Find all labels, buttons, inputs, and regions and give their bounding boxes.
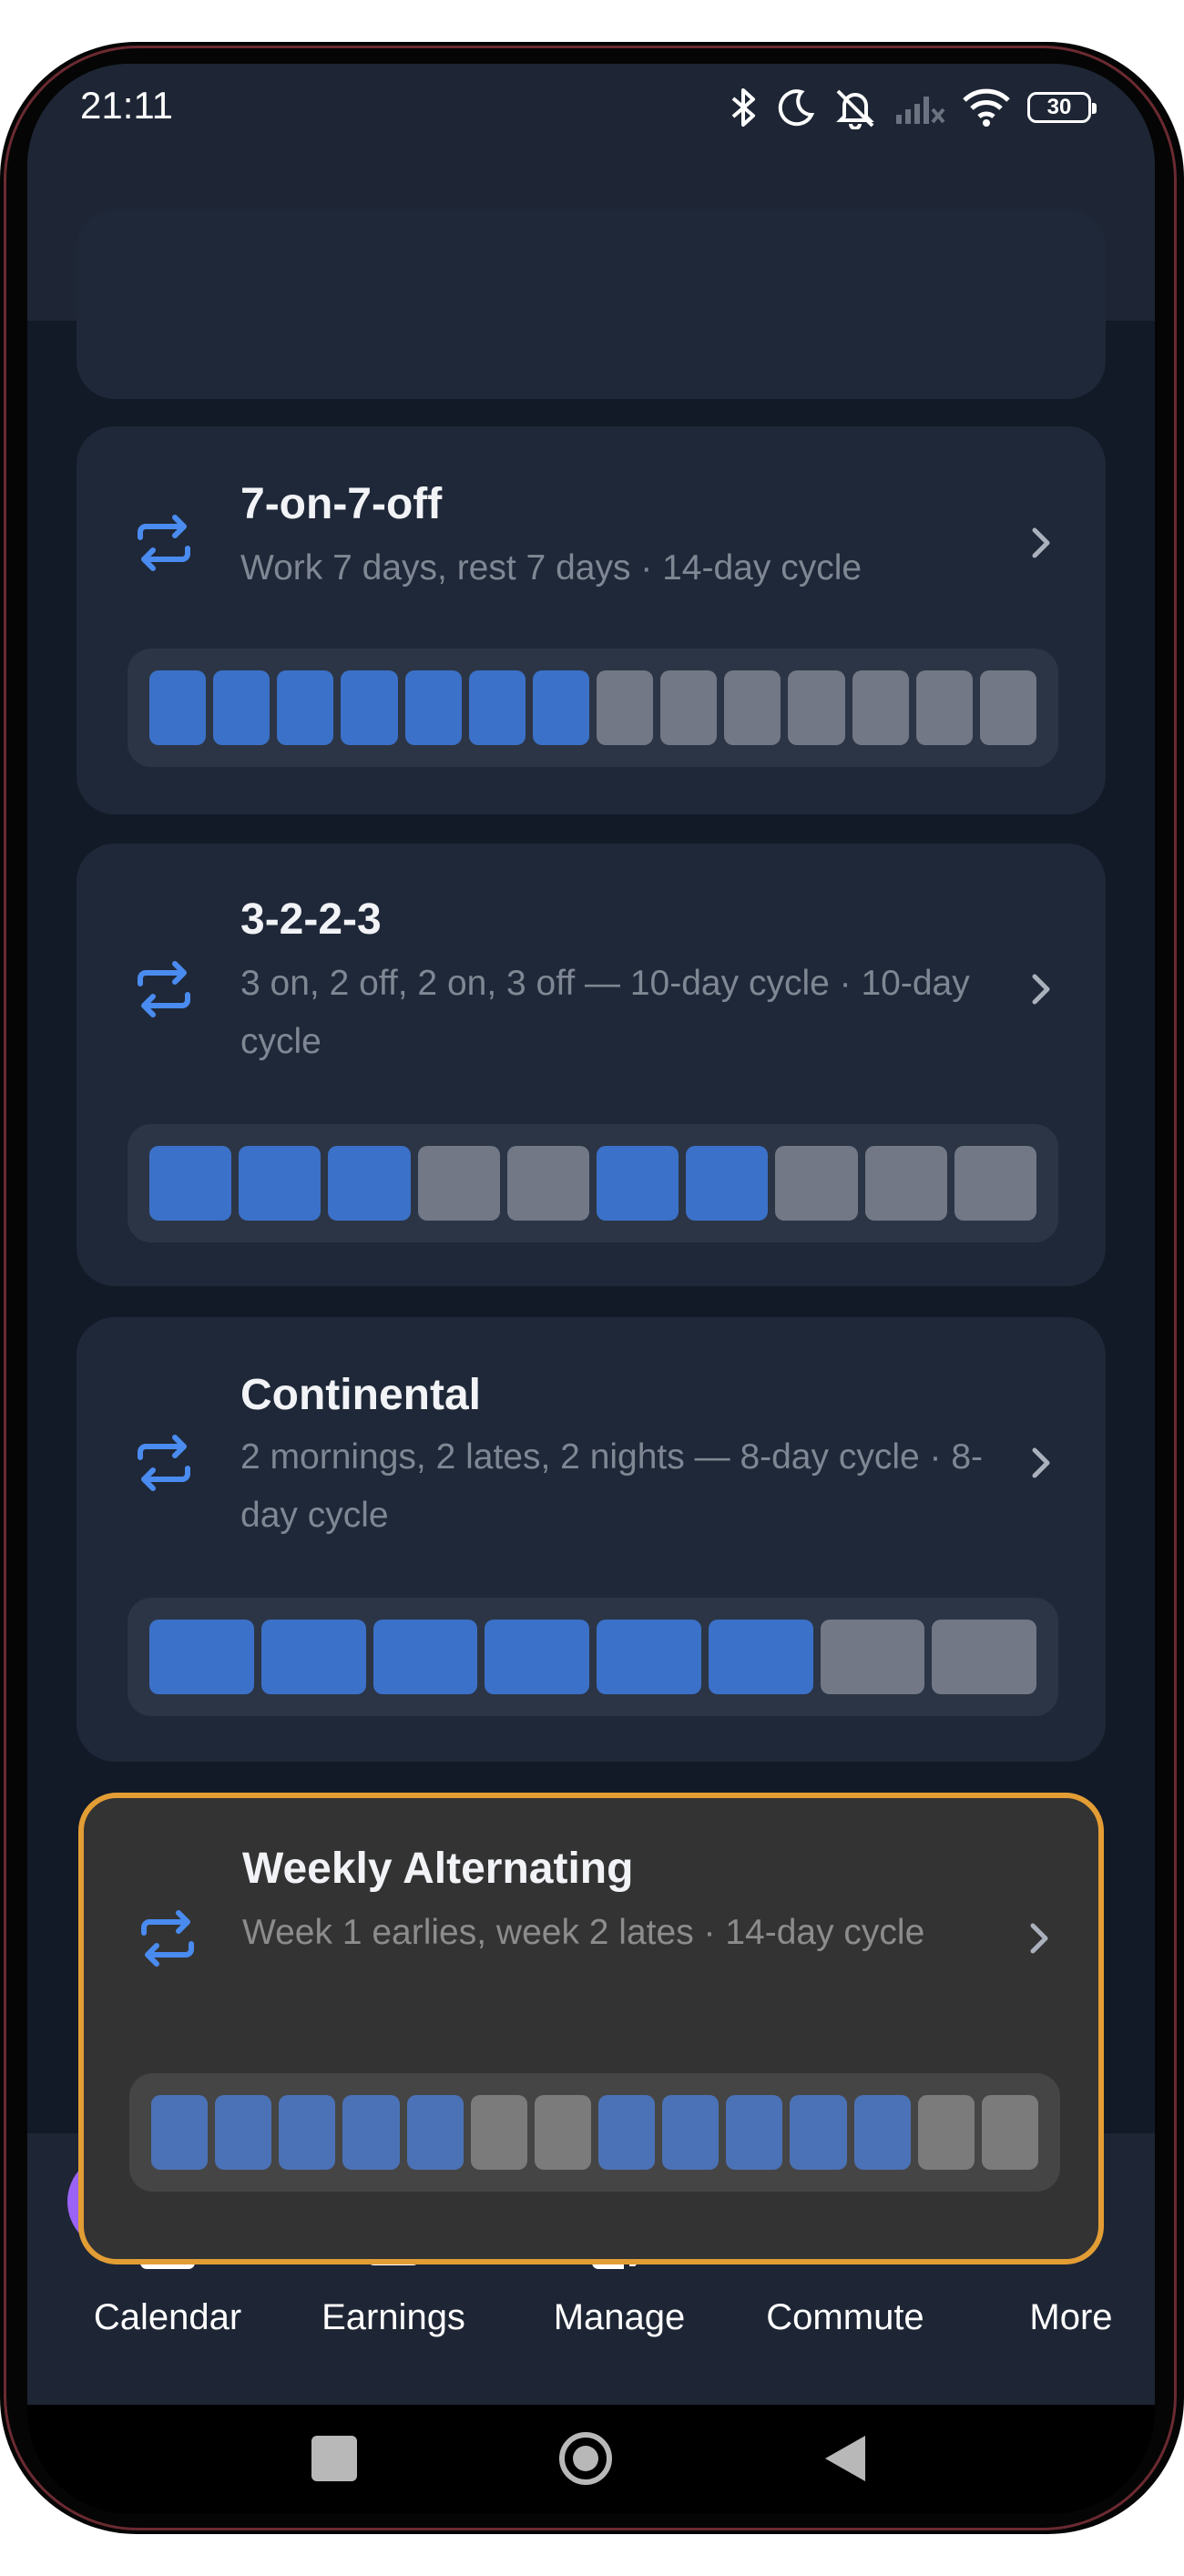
off-day-cell [724,670,781,745]
status-icons: 30 [729,80,1097,135]
work-day-cell [468,670,526,745]
work-day-cell [597,2095,656,2170]
work-day-cell [260,1620,366,1694]
work-day-cell [149,1620,254,1694]
work-day-cell [341,670,398,745]
off-day-cell [864,1146,947,1221]
repeat-icon [138,1435,190,1491]
off-day-cell [820,1620,925,1694]
chevron-right-icon [1032,527,1050,558]
app-screen: 21:11 30 Choose your pattern 7-on-7-off … [27,64,1155,2514]
pattern-card-partial[interactable] [77,210,1106,399]
off-day-cell [534,2095,591,2170]
work-day-cell [532,670,589,745]
work-day-cell [215,2095,272,2170]
repeat-icon [138,515,190,571]
chevron-right-icon [1032,1447,1050,1478]
work-day-cell [277,670,334,745]
pattern-card-continental[interactable]: Continental 2 mornings, 2 lates, 2 night… [77,1317,1106,1762]
pattern-description: 3 on, 2 off, 2 on, 3 off — 10-day cycle … [240,964,970,1061]
work-day-cell [790,2095,847,2170]
system-navigation-bar [27,2405,1155,2514]
nav-label: Earnings [322,2297,465,2337]
pattern-title: Continental [240,1371,481,1419]
work-day-cell [853,2095,911,2170]
off-day-cell [506,1146,590,1221]
work-day-cell [239,1146,322,1221]
work-day-cell [708,1620,813,1694]
work-day-cell [279,2095,336,2170]
work-day-cell [149,1146,232,1221]
work-day-cell [404,670,462,745]
home-button[interactable] [559,2432,612,2485]
off-day-cell [932,1620,1036,1694]
off-day-cell [917,2095,975,2170]
work-day-cell [151,2095,209,2170]
pattern-title: Weekly Alternating [242,1845,634,1893]
off-day-cell [915,670,973,745]
cycle-preview [129,2073,1060,2192]
repeat-icon [141,1910,194,1967]
cycle-preview [128,649,1058,767]
moon-icon [778,89,815,127]
work-day-cell [686,1146,769,1221]
work-day-cell [406,2095,464,2170]
home-button-dot [573,2446,598,2471]
off-day-cell [417,1146,500,1221]
cycle-preview [128,1598,1058,1716]
back-triangle-icon[interactable] [822,2432,869,2485]
nav-label: Manage [553,2297,686,2337]
wifi-icon [963,88,1010,127]
chevron-right-icon [1032,974,1050,1005]
work-day-cell [328,1146,411,1221]
bluetooth-icon [731,88,755,127]
pattern-card-3-2-2-3[interactable]: 3-2-2-3 3 on, 2 off, 2 on, 3 off — 10-da… [77,843,1106,1286]
off-day-cell [981,2095,1038,2170]
pattern-description: 2 mornings, 2 lates, 2 nights — 8-day cy… [240,1437,984,1535]
repeat-icon [138,961,190,1017]
work-day-cell [149,670,207,745]
pattern-description: Work 7 days, rest 7 days · 14-day cycle [240,548,862,588]
work-day-cell [597,1146,679,1221]
nav-label: Commute [766,2297,924,2337]
work-day-cell [726,2095,783,2170]
silent-bell-icon [836,89,874,129]
status-time: 21:11 [80,84,173,127]
pattern-description: Week 1 earlies, week 2 lates · 14-day cy… [242,1913,925,1952]
nav-label: More [1029,2297,1113,2337]
chevron-right-icon [1030,1923,1048,1954]
pattern-title: 3-2-2-3 [240,895,382,944]
signal-icon [896,97,945,124]
battery-indicator: 30 [1027,92,1097,123]
work-day-cell [485,1620,589,1694]
pattern-card-7-on-7-off[interactable]: 7-on-7-off Work 7 days, rest 7 days · 14… [77,426,1106,814]
off-day-cell [979,670,1036,745]
cycle-preview [128,1124,1058,1242]
battery-level: 30 [1046,95,1072,119]
off-day-cell [954,1146,1037,1221]
off-day-cell [596,670,654,745]
work-day-cell [597,1620,701,1694]
off-day-cell [775,1146,858,1221]
recents-button[interactable] [311,2436,357,2481]
off-day-cell [788,670,845,745]
work-day-cell [342,2095,400,2170]
work-day-cell [662,2095,720,2170]
off-day-cell [852,670,909,745]
pattern-title: 7-on-7-off [240,480,443,528]
pattern-card-weekly-alternating[interactable]: Weekly Alternating Week 1 earlies, week … [78,1793,1104,2264]
work-day-cell [373,1620,478,1694]
off-day-cell [660,670,718,745]
off-day-cell [470,2095,527,2170]
work-day-cell [213,670,270,745]
nav-label: Calendar [93,2297,242,2337]
